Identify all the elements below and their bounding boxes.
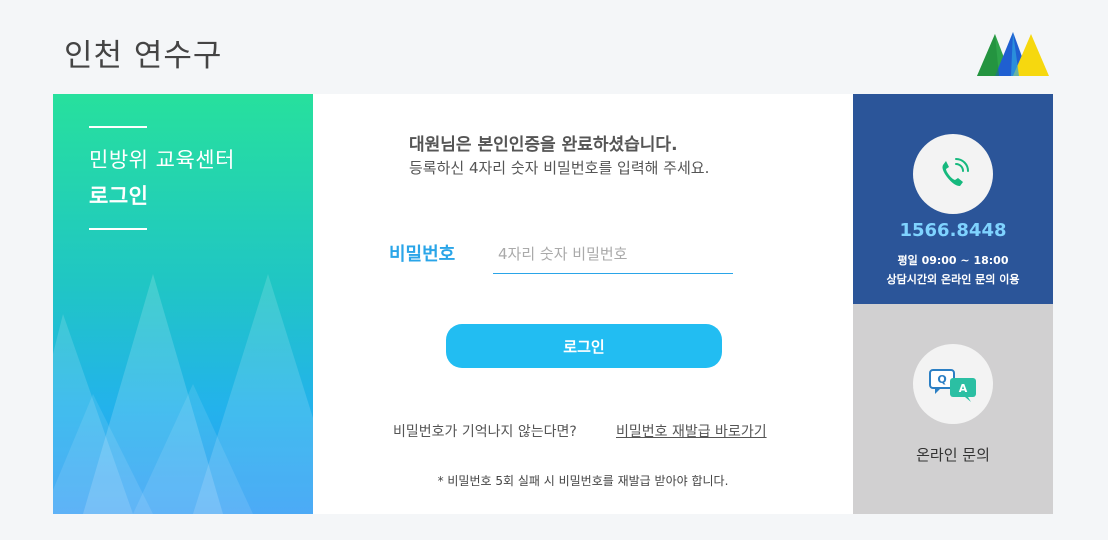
online-inquiry-button[interactable]: Q A 온라인 문의 <box>853 304 1053 514</box>
login-button[interactable]: 로그인 <box>446 324 722 368</box>
after-hours-note: 상담시간외 온라인 문의 이용 <box>886 273 1020 286</box>
yeonsu-mountain-logo[interactable] <box>975 28 1051 80</box>
phone-number: 1566.8448 <box>899 220 1007 241</box>
mountain-illustration <box>53 274 313 514</box>
auth-complete-message: 대원님은 본인인증을 완료하셨습니다. <box>409 135 678 155</box>
banner-subtitle: 로그인 <box>89 184 149 208</box>
phone-icon <box>942 158 969 186</box>
password-instruction: 등록하신 4자리 숫자 비밀번호를 입력해 주세요. <box>409 159 710 177</box>
svg-text:A: A <box>959 382 968 395</box>
qa-chat-icon: Q A <box>929 369 976 402</box>
forgot-password-text: 비밀번호가 기억나지 않는다면? <box>393 424 577 440</box>
login-page: 인천 연수구 민방위 교육센터 로그인 대원님은 본인인증을 완료하셨습니다. … <box>0 0 1108 540</box>
failure-notice: * 비밀번호 5회 실패 시 비밀번호를 재발급 받아야 합니다. <box>437 474 729 488</box>
qa-icon-circle: Q A <box>913 344 993 424</box>
reset-password-link[interactable]: 비밀번호 재발급 바로가기 <box>616 421 767 441</box>
left-banner: 민방위 교육센터 로그인 <box>53 94 313 514</box>
banner-title: 민방위 교육센터 <box>89 148 235 172</box>
divider-top <box>89 126 147 128</box>
password-input[interactable] <box>493 234 733 274</box>
svg-text:Q: Q <box>937 373 946 386</box>
login-form-area: 대원님은 본인인증을 완료하셨습니다. 등록하신 4자리 숫자 비밀번호를 입력… <box>313 94 853 514</box>
contact-panel: 1566.8448 평일 09:00 ~ 18:00 상담시간외 온라인 문의 … <box>853 94 1053 304</box>
divider-bottom <box>89 228 147 230</box>
password-label: 비밀번호 <box>389 244 456 265</box>
login-card: 민방위 교육센터 로그인 대원님은 본인인증을 완료하셨습니다. 등록하신 4자… <box>53 94 1053 514</box>
site-title: 인천 연수구 <box>64 38 223 74</box>
online-inquiry-label: 온라인 문의 <box>916 446 990 464</box>
business-hours: 평일 09:00 ~ 18:00 <box>897 254 1009 267</box>
phone-icon-circle <box>913 134 993 214</box>
